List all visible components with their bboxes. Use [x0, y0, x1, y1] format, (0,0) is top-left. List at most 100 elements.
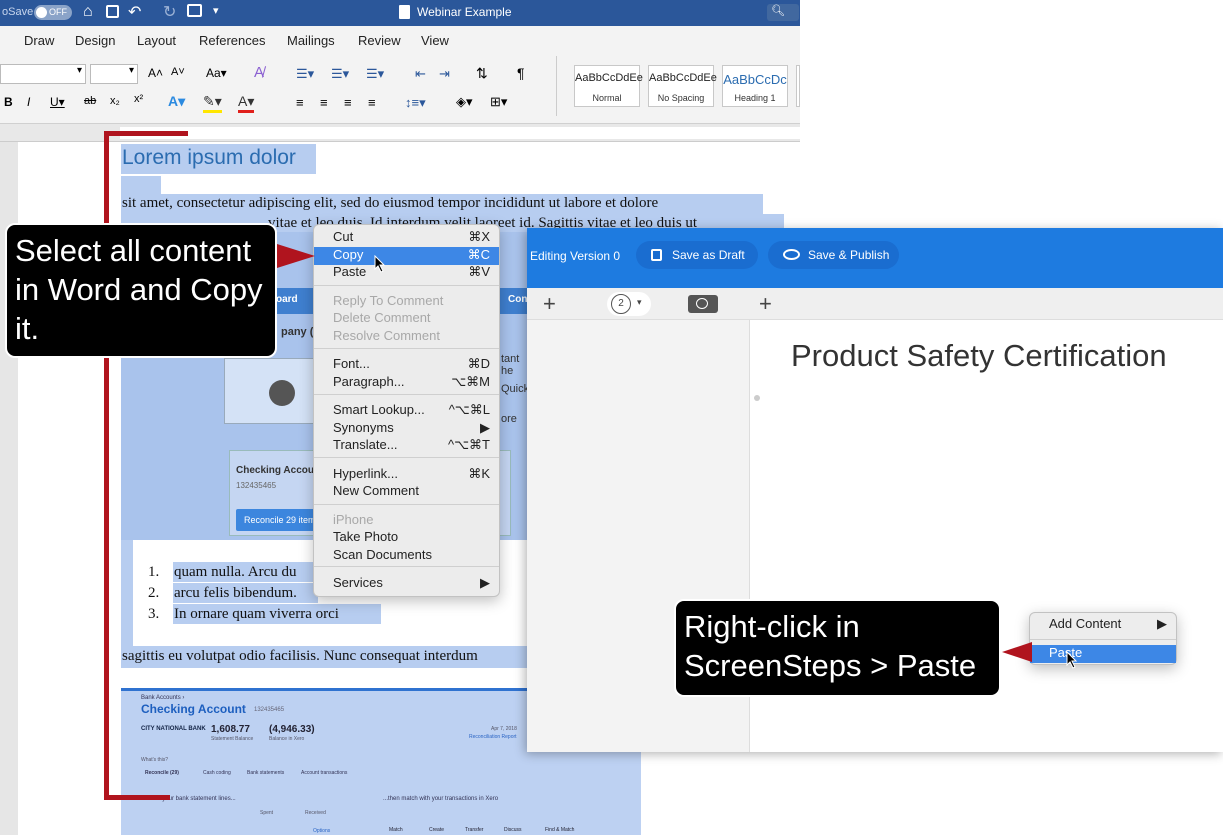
- tab-mailings[interactable]: Mailings: [287, 33, 335, 48]
- strikethrough-icon[interactable]: ab: [84, 95, 96, 107]
- menu-item-cut[interactable]: Cut ⌘X: [314, 229, 499, 247]
- menu-item-hyperlink[interactable]: Hyperlink... ⌘K: [314, 466, 499, 484]
- selection-blank: [121, 176, 161, 194]
- tab-review[interactable]: Review: [358, 33, 401, 48]
- embed2-stmt-balance: 1,608.77: [211, 724, 250, 735]
- menu-item-smart-lookup[interactable]: Smart Lookup... ^⌥⌘L: [314, 402, 499, 420]
- numbering-icon[interactable]: ☰▾: [331, 66, 349, 82]
- pilcrow-icon[interactable]: ¶: [517, 65, 525, 81]
- shading-icon[interactable]: ◈▾: [456, 94, 473, 110]
- mouse-cursor-icon: [1066, 651, 1078, 669]
- article-title[interactable]: Product Safety Certification: [791, 338, 1167, 374]
- autosave-state: OFF: [49, 7, 67, 17]
- justify-icon[interactable]: ≡: [368, 95, 376, 110]
- menu-item-label: Delete Comment: [333, 310, 431, 325]
- bold-icon[interactable]: B: [4, 95, 13, 109]
- borders-icon[interactable]: ⊞▾: [490, 94, 507, 110]
- tab-design[interactable]: Design: [75, 33, 115, 48]
- menu-item-translate[interactable]: Translate... ^⌥⌘T: [314, 437, 499, 455]
- line-spacing-icon[interactable]: ↕≡▾: [405, 95, 426, 111]
- home-icon[interactable]: ⌂: [83, 3, 93, 21]
- style-no-spacing[interactable]: AaBbCcDdEe No Spacing: [648, 65, 717, 107]
- clear-format-icon[interactable]: A̸: [254, 64, 264, 81]
- menu-item-paste[interactable]: Paste ⌘V: [314, 264, 499, 282]
- superscript-icon[interactable]: x²: [134, 93, 143, 105]
- save-icon[interactable]: [106, 5, 119, 18]
- print-icon[interactable]: [187, 4, 202, 17]
- list-item[interactable]: quam nulla. Arcu du: [174, 564, 329, 581]
- tab-layout[interactable]: Layout: [137, 33, 176, 48]
- doc-para1[interactable]: sit amet, consectetur adipiscing elit, s…: [122, 195, 658, 212]
- menu-item-label: Cut: [333, 229, 354, 244]
- add-icon[interactable]: +: [543, 291, 556, 317]
- italic-icon[interactable]: I: [27, 95, 30, 109]
- bracket-bottom: [104, 795, 170, 800]
- text-effects-icon[interactable]: A▾: [168, 93, 185, 110]
- style-normal[interactable]: AaBbCcDdEe Normal: [574, 65, 643, 107]
- menu-item-font[interactable]: Font... ⌘D: [314, 356, 499, 374]
- autosave-label: oSave: [2, 6, 34, 18]
- doc-heading[interactable]: Lorem ipsum dolor: [122, 146, 296, 170]
- embed2-tab: Cash coding: [203, 770, 231, 776]
- save-publish-button[interactable]: Save & Publish: [768, 241, 899, 269]
- sort-icon[interactable]: ⇅: [476, 65, 488, 82]
- save-draft-button[interactable]: Save as Draft: [636, 241, 758, 269]
- tab-draw[interactable]: Draw: [24, 33, 54, 48]
- undo-icon[interactable]: ↶: [128, 2, 141, 22]
- save-publish-label: Save & Publish: [808, 248, 890, 262]
- font-name-dropdown[interactable]: ▾: [0, 64, 86, 84]
- embed2-whats-this: What's this?: [141, 757, 169, 763]
- callout-arrow-word: [277, 244, 315, 268]
- menu-item-services[interactable]: Services ▶: [314, 575, 499, 593]
- editing-version: Editing Version 0: [530, 249, 621, 263]
- menu-item-copy[interactable]: Copy ⌘C: [314, 247, 499, 265]
- font-color-icon[interactable]: A▾: [238, 93, 255, 113]
- customize-icon[interactable]: ▾: [213, 4, 219, 17]
- chevron-down-icon: ▾: [637, 297, 642, 307]
- highlight-icon[interactable]: ✎▾: [203, 93, 222, 113]
- step-number: 2: [611, 294, 631, 314]
- redo-icon[interactable]: ↻: [163, 2, 176, 22]
- screenshot-icon[interactable]: [688, 295, 718, 313]
- list-item[interactable]: In ornare quam viverra orci: [174, 606, 339, 623]
- menu-item-paste[interactable]: Paste: [1030, 645, 1176, 663]
- tab-references[interactable]: References: [199, 33, 265, 48]
- menu-item-add-content[interactable]: Add Content ▶: [1030, 616, 1176, 634]
- play-icon: [269, 380, 295, 406]
- tab-view[interactable]: View: [421, 33, 449, 48]
- autosave-toggle[interactable]: OFF: [34, 5, 72, 20]
- style-heading-1[interactable]: AaBbCcDc Heading 1: [722, 65, 788, 107]
- subscript-icon[interactable]: x₂: [110, 95, 120, 107]
- add-icon[interactable]: +: [759, 291, 772, 317]
- shrink-font-icon[interactable]: A˅: [171, 66, 185, 78]
- embed2-tab: Reconcile (29): [145, 770, 179, 776]
- list-item[interactable]: arcu felis bibendum.: [174, 585, 297, 602]
- font-size-dropdown[interactable]: ▾: [90, 64, 138, 84]
- doc-para2[interactable]: sagittis eu volutpat odio facilisis. Nun…: [122, 648, 528, 665]
- menu-item-new-comment[interactable]: New Comment: [314, 483, 499, 501]
- search-icon[interactable]: 🔍︎: [767, 4, 799, 21]
- drag-handle[interactable]: [754, 395, 760, 401]
- grow-font-icon[interactable]: A˄: [148, 66, 163, 80]
- align-right-icon[interactable]: ≡: [344, 95, 352, 110]
- bullets-icon[interactable]: ☰▾: [296, 66, 314, 82]
- change-case-icon[interactable]: Aa▾: [206, 66, 227, 80]
- menu-item-shortcut: ⌘V: [468, 264, 490, 279]
- multilevel-icon[interactable]: ☰▾: [366, 66, 384, 82]
- menu-item-take-photo[interactable]: Take Photo: [314, 529, 499, 547]
- style-more[interactable]: [796, 65, 800, 107]
- align-left-icon[interactable]: ≡: [296, 95, 304, 110]
- style-sample: AaBbCcDdEe: [649, 72, 717, 84]
- callout-screensteps: Right-click in ScreenSteps > Paste: [674, 599, 1001, 697]
- decrease-indent-icon[interactable]: ⇤: [415, 66, 426, 82]
- step-selector[interactable]: 2 ▾: [607, 292, 651, 316]
- increase-indent-icon[interactable]: ⇥: [439, 66, 450, 82]
- submenu-arrow-icon: ▶: [480, 420, 490, 435]
- underline-icon[interactable]: U▾: [50, 95, 65, 109]
- align-center-icon[interactable]: ≡: [320, 95, 328, 110]
- menu-item-label: Smart Lookup...: [333, 402, 425, 417]
- menu-item-synonyms[interactable]: Synonyms ▶: [314, 420, 499, 438]
- menu-item-paragraph[interactable]: Paragraph... ⌥⌘M: [314, 374, 499, 392]
- bracket-top: [104, 131, 188, 136]
- menu-item-scan-documents[interactable]: Scan Documents: [314, 547, 499, 565]
